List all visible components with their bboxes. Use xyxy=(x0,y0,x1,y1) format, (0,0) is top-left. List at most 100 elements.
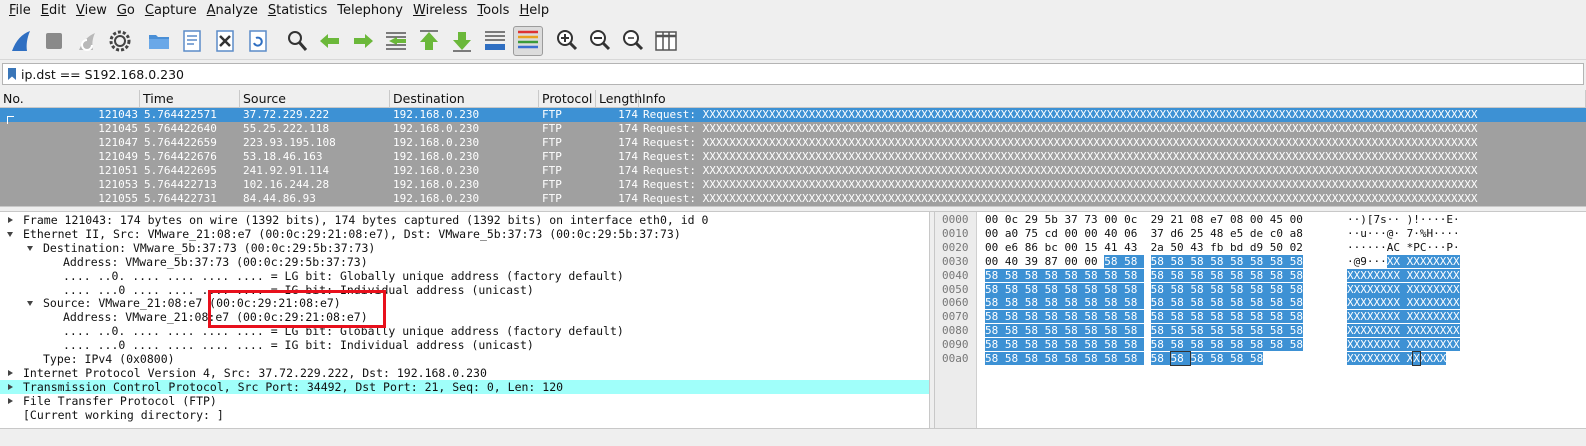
packet-cell-len: 174 xyxy=(618,150,638,163)
packet-cell-len: 174 xyxy=(618,108,638,121)
bytes-hex: 00 0c 29 5b 37 73 00 0c 29 21 08 e7 08 0… xyxy=(985,213,1303,226)
menu-file[interactable]: File xyxy=(4,0,36,22)
display-filter-input[interactable] xyxy=(21,65,1521,83)
detail-tree-item[interactable]: Destination: VMware_5b:37:73 (00:0c:29:5… xyxy=(0,241,929,255)
packet-row[interactable]: 121043 5.764422571 37.72.229.222 192.168.0.… xyxy=(0,108,1586,122)
detail-tree-item[interactable]: .... ...0 .... .... .... .... = IG bit: … xyxy=(0,283,929,297)
packet-cell-proto: FTP xyxy=(542,150,562,163)
detail-tree-item[interactable]: [Current working directory: ] xyxy=(0,408,929,422)
column-header-info[interactable]: Info xyxy=(639,90,1586,108)
column-header-no[interactable]: No. xyxy=(0,90,140,108)
packet-cell-no: 121045 xyxy=(98,122,138,135)
colorize-icon[interactable] xyxy=(513,25,543,56)
column-header-protocol[interactable]: Protocol xyxy=(539,90,596,108)
column-header-destination[interactable]: Destination xyxy=(390,90,539,108)
menu-telephony[interactable]: Telephony xyxy=(332,0,408,22)
detail-tree-item[interactable]: .... ..0. .... .... .... .... = LG bit: … xyxy=(0,324,929,338)
detail-tree-item[interactable]: Address: VMware_5b:37:73 (00:0c:29:5b:37… xyxy=(0,255,929,269)
packet-cell-src: 241.92.91.114 xyxy=(243,164,330,177)
packet-row[interactable]: 121047 5.764422659 223.93.195.108 192.168.0… xyxy=(0,136,1586,150)
shark-fin-start-icon[interactable] xyxy=(6,26,36,56)
detail-tree-item[interactable]: Ethernet II, Src: VMware_21:08:e7 (00:0c… xyxy=(0,227,929,241)
bytes-ascii: ·@9···XX XXXXXXXX xyxy=(1347,254,1460,268)
packet-row[interactable]: 121049 5.764422676 53.18.46.163 192.168.0.2… xyxy=(0,150,1586,164)
detail-tree-label: Ethernet II, Src: VMware_21:08:e7 (00:0c… xyxy=(23,226,681,241)
expand-arrow-open-icon[interactable] xyxy=(6,227,16,241)
detail-tree-item[interactable]: Internet Protocol Version 4, Src: 37.72.… xyxy=(0,366,929,380)
open-file-icon[interactable] xyxy=(144,26,174,56)
expand-arrow-closed-icon[interactable] xyxy=(6,394,16,408)
packet-cell-no: 121053 xyxy=(98,178,138,191)
packet-cell-src: 55.25.222.118 xyxy=(243,122,330,135)
packet-row[interactable]: 121055 5.764422731 84.44.86.93 192.168.0.23… xyxy=(0,192,1586,206)
expand-arrow-open-icon[interactable] xyxy=(26,296,36,310)
first-packet-icon[interactable] xyxy=(414,26,444,56)
detail-tree-item[interactable]: Frame 121043: 174 bytes on wire (1392 bi… xyxy=(0,213,929,227)
zoom-in-icon[interactable] xyxy=(552,26,582,56)
detail-tree-label: Internet Protocol Version 4, Src: 37.72.… xyxy=(23,365,487,380)
go-back-icon[interactable] xyxy=(315,26,345,56)
expand-arrow-closed-icon[interactable] xyxy=(6,366,16,380)
go-to-packet-icon[interactable] xyxy=(381,26,411,56)
packet-list[interactable]: 121043 5.764422571 37.72.229.222 192.168.0.… xyxy=(0,108,1586,206)
find-packet-icon[interactable] xyxy=(282,26,312,56)
bytes-hex: 58 58 58 58 58 58 58 58 58 58 58 58 58 5… xyxy=(985,310,1303,324)
menu-statistics[interactable]: Statistics xyxy=(263,0,332,22)
column-header-source[interactable]: Source xyxy=(240,90,390,108)
resize-columns-icon[interactable] xyxy=(651,26,681,56)
bytes-hex: 58 58 58 58 58 58 58 58 58 58 58 58 58 5… xyxy=(985,324,1303,338)
packet-row[interactable]: 121045 5.764422640 55.25.222.118 192.168.0.… xyxy=(0,122,1586,136)
capture-options-gear-icon[interactable] xyxy=(105,26,135,56)
detail-tree-item[interactable]: Source: VMware_21:08:e7 (00:0c:29:21:08:… xyxy=(0,296,929,310)
zoom-normal-icon[interactable] xyxy=(618,26,648,56)
close-file-icon[interactable] xyxy=(210,26,240,56)
menu-wireless[interactable]: Wireless xyxy=(408,0,472,22)
detail-tree-label: Destination: VMware_5b:37:73 (00:0c:29:5… xyxy=(43,240,376,255)
status-bar xyxy=(0,428,1586,446)
detail-tree-item[interactable]: File Transfer Protocol (FTP) xyxy=(0,394,929,408)
menu-view[interactable]: View xyxy=(71,0,112,22)
bytes-hex: 58 58 58 58 58 58 58 58 58 58 58 58 58 5… xyxy=(985,338,1303,352)
expand-arrow-closed-icon[interactable] xyxy=(6,380,16,394)
packet-cell-proto: FTP xyxy=(542,108,562,121)
packet-bytes-pane[interactable]: 0000 00 0c 29 5b 37 73 00 0c 29 21 08 e7 … xyxy=(935,212,1586,428)
column-header-time[interactable]: Time xyxy=(140,90,240,108)
reload-file-icon[interactable] xyxy=(243,26,273,56)
menu-capture[interactable]: Capture xyxy=(140,0,202,22)
last-packet-icon[interactable] xyxy=(447,26,477,56)
expand-arrow-closed-icon[interactable] xyxy=(6,213,16,227)
packet-cell-dst: 192.168.0.230 xyxy=(393,164,480,177)
detail-tree-item[interactable]: .... ...0 .... .... .... .... = IG bit: … xyxy=(0,338,929,352)
bytes-ascii: ······AC *PC···P· xyxy=(1347,240,1460,254)
filter-bookmark-icon[interactable] xyxy=(3,64,21,84)
packet-cell-time: 5.764422713 xyxy=(144,178,217,191)
go-forward-icon[interactable] xyxy=(348,26,378,56)
restart-capture-icon[interactable] xyxy=(72,26,102,56)
menu-analyze[interactable]: Analyze xyxy=(202,0,263,22)
packet-cell-no: 121047 xyxy=(98,136,138,149)
expand-arrow-open-icon[interactable] xyxy=(26,241,36,255)
zoom-out-icon[interactable] xyxy=(585,26,615,56)
autoscroll-icon[interactable] xyxy=(480,26,510,56)
packet-row[interactable]: 121053 5.764422713 102.16.244.28 192.168.0.… xyxy=(0,178,1586,192)
detail-tree-item[interactable]: Transmission Control Protocol, Src Port:… xyxy=(0,379,929,394)
menu-edit[interactable]: Edit xyxy=(36,0,71,22)
detail-tree-item[interactable]: .... ..0. .... .... .... .... = LG bit: … xyxy=(0,269,929,283)
packet-details-pane[interactable]: Frame 121043: 174 bytes on wire (1392 bi… xyxy=(0,212,929,428)
detail-tree-item[interactable]: Type: IPv4 (0x0800) xyxy=(0,352,929,366)
menu-tools[interactable]: Tools xyxy=(472,0,514,22)
stop-capture-icon[interactable] xyxy=(39,26,69,56)
bytes-ascii: ··)[7s·· )!····E· xyxy=(1347,213,1460,226)
menu-help[interactable]: Help xyxy=(514,0,554,22)
packet-cell-time: 5.764422659 xyxy=(144,136,217,149)
bytes-hex: 00 40 39 87 00 00 58 58 58 58 58 58 58 5… xyxy=(985,254,1303,268)
packet-cell-time: 5.764422571 xyxy=(144,108,217,121)
packet-cell-info: Request: XXXXXXXXXXXXXXXXXXXXXXXXXXXXXXX… xyxy=(643,178,1478,191)
column-header-length[interactable]: Length xyxy=(596,90,642,108)
packet-row[interactable]: 121051 5.764422695 241.92.91.114 192.168.0.… xyxy=(0,164,1586,178)
packet-cell-no: 121049 xyxy=(98,150,138,163)
menu-go[interactable]: Go xyxy=(112,0,140,22)
save-file-icon[interactable] xyxy=(177,26,207,56)
detail-tree-item[interactable]: Address: VMware_21:08:e7 (00:0c:29:21:08… xyxy=(0,310,929,324)
bytes-ascii: XXXXXXXX XXXXXX xyxy=(1347,351,1447,366)
